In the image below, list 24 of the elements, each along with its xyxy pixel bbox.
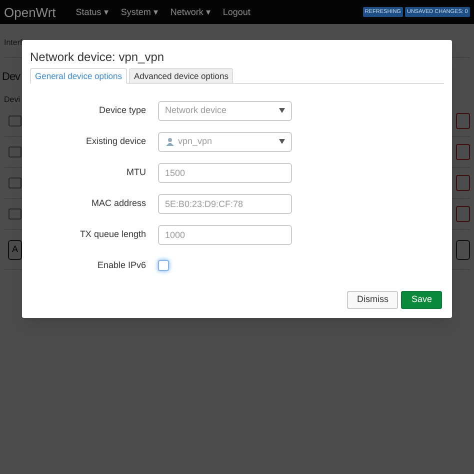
field-label: Existing device [84,134,146,148]
nav-menu[interactable]: Logout [222,8,250,16]
field-label: Enable IPv6 [96,258,146,272]
brand-logo[interactable]: OpenWrt [4,6,56,18]
field-label: MAC address [90,196,146,210]
dialog-title: Network device: vpn_vpn [30,49,166,66]
field-label: MTU [126,166,146,179]
field-label: Device type [98,104,146,117]
nav-menu[interactable]: Status ▾ [76,8,109,16]
tab[interactable]: General device options [30,68,127,84]
nav-menu[interactable]: System ▾ [120,8,158,16]
input-field[interactable]: 1500 [158,162,292,182]
input-field[interactable]: 1000 [158,224,292,244]
input-field[interactable]: 5E:B0:23:D9:CF:78 [158,194,292,214]
checkbox[interactable] [158,260,169,271]
column-header: Devi [4,94,22,106]
field-label: TX queue length [78,228,146,241]
page-heading: Dev [2,70,20,85]
caret-icon [279,139,285,144]
caret-icon [279,108,285,113]
nav-menu[interactable]: Network ▾ [170,8,211,16]
dismiss-button[interactable]: Dismiss [346,291,398,309]
tab[interactable]: Advanced device options [128,68,234,84]
save-button[interactable]: Save [401,291,442,309]
